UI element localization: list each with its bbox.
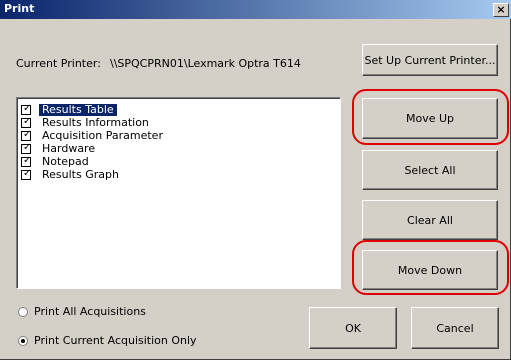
close-icon[interactable]: × (493, 3, 509, 17)
list-item[interactable]: ✓ Results Graph (21, 168, 337, 181)
checkmark-icon: ✓ (23, 103, 32, 114)
title-bar[interactable]: Print × (0, 0, 511, 19)
current-printer-label: Current Printer: (16, 57, 101, 70)
list-item-label: Results Information (42, 116, 149, 129)
clear-all-button[interactable]: Clear All (362, 200, 498, 240)
list-item-label: Results Graph (42, 168, 119, 181)
checkmark-icon: ✓ (23, 116, 32, 127)
list-item-label: Results Table (39, 104, 117, 116)
checkmark-icon: ✓ (23, 155, 32, 166)
list-item[interactable]: ✓ Results Table (21, 103, 337, 116)
radio-print-all-acquisitions[interactable]: Print All Acquisitions (18, 305, 146, 318)
checkbox[interactable]: ✓ (21, 129, 32, 141)
report-items-list[interactable]: ✓ Results Table ✓ Results Information ✓ … (16, 97, 341, 289)
checkbox[interactable]: ✓ (21, 155, 32, 167)
checkmark-icon: ✓ (23, 129, 32, 140)
list-item[interactable]: ✓ Acquisition Parameter (21, 129, 337, 142)
dialog-title: Print (4, 2, 35, 15)
list-item-label: Hardware (42, 142, 96, 155)
checkbox[interactable]: ✓ (21, 168, 32, 180)
checkmark-icon: ✓ (23, 142, 32, 153)
radio-button-unchecked[interactable] (18, 306, 28, 317)
print-dialog: Print × Current Printer: \\SPQCPRN01\Lex… (0, 0, 511, 360)
set-up-current-printer-button[interactable]: Set Up Current Printer... (362, 44, 498, 76)
radio-label: Print Current Acquisition Only (34, 334, 197, 347)
current-printer-name: \\SPQCPRN01\Lexmark Optra T614 (110, 57, 301, 70)
list-item-label: Notepad (42, 155, 89, 168)
list-item[interactable]: ✓ Results Information (21, 116, 337, 129)
radio-button-checked[interactable] (18, 335, 28, 346)
checkbox[interactable]: ✓ (21, 116, 32, 128)
checkbox[interactable]: ✓ (21, 142, 32, 154)
cancel-button[interactable]: Cancel (411, 307, 499, 349)
list-item-label: Acquisition Parameter (42, 129, 163, 142)
checkbox[interactable]: ✓ (21, 103, 32, 115)
ok-button[interactable]: OK (309, 307, 397, 349)
radio-print-current-acquisition-only[interactable]: Print Current Acquisition Only (18, 334, 197, 347)
select-all-button[interactable]: Select All (362, 150, 498, 190)
list-item[interactable]: ✓ Hardware (21, 142, 337, 155)
list-item[interactable]: ✓ Notepad (21, 155, 337, 168)
radio-label: Print All Acquisitions (34, 305, 146, 318)
move-up-button[interactable]: Move Up (362, 98, 498, 139)
move-down-button[interactable]: Move Down (362, 250, 498, 290)
checkmark-icon: ✓ (23, 168, 32, 179)
